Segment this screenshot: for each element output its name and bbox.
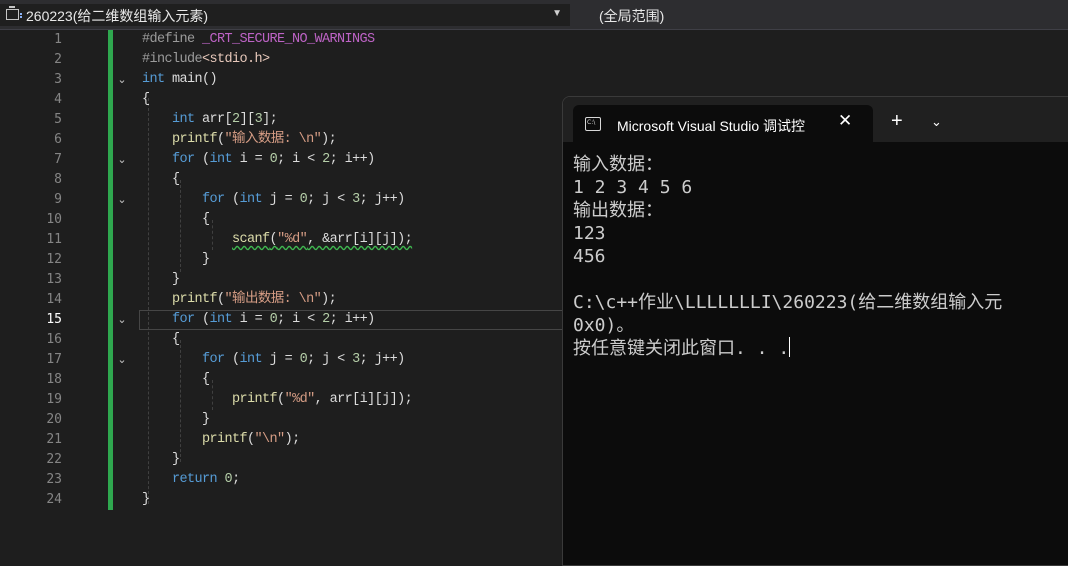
fold-chevron-icon[interactable]: ⌄ (116, 310, 128, 330)
line-number: 3 (54, 72, 62, 87)
console-tab[interactable]: Microsoft Visual Studio 调试控 ✕ (573, 105, 873, 142)
code-line: } (142, 272, 180, 287)
console-line: 输入数据： (573, 154, 663, 175)
fold-chevron-icon[interactable]: ⌄ (116, 350, 128, 370)
text-cursor (789, 337, 791, 357)
line-number: 22 (46, 452, 62, 467)
preprocessor: #define _CRT_SECURE_NO_WARNINGS (142, 32, 375, 47)
scope-dropdown[interactable]: (全局范围) (575, 4, 1068, 26)
change-tracking-bar (108, 30, 113, 510)
include-directive: #include<stdio.h> (142, 52, 270, 67)
line-number: 6 (54, 132, 62, 147)
code-line: printf("%d", arr[i][j]); (232, 392, 413, 407)
line-number: 2 (54, 52, 62, 67)
line-number: 9 (54, 192, 62, 207)
line-number: 7 (54, 152, 62, 167)
line-number: 13 (46, 272, 62, 287)
code-line: printf("输出数据: \n"); (172, 292, 337, 307)
console-line: 1 2 3 4 5 6 (573, 177, 693, 198)
line-number: 19 (46, 392, 62, 407)
console-prompt-text: 按任意键关闭此窗口. . . (573, 338, 790, 359)
chevron-down-icon: ▼ (552, 8, 562, 19)
code-line: printf("输入数据: \n"); (172, 132, 337, 147)
line-number-active: 15 (46, 312, 62, 327)
code-line: { (142, 372, 210, 387)
line-number: 5 (54, 112, 62, 127)
code-line: } (142, 452, 180, 467)
line-number: 18 (46, 372, 62, 387)
line-number: 23 (46, 472, 62, 487)
scope-label: (全局范围) (599, 8, 665, 24)
console-line: 456 (573, 246, 606, 267)
code-line: } (142, 252, 210, 267)
code-line: } (142, 492, 150, 507)
code-line: } (142, 412, 210, 427)
console-line: 123 (573, 223, 606, 244)
console-tab-title: Microsoft Visual Studio 调试控 (617, 118, 806, 134)
code-line-active: for (int i = 0; i < 2; i++) (172, 312, 375, 327)
line-number: 24 (46, 492, 62, 507)
line-number: 11 (46, 232, 62, 247)
code-line: for (int j = 0; j < 3; j++) (202, 192, 405, 207)
console-output[interactable]: 输入数据： 1 2 3 4 5 6 输出数据： 123 456 C:\c++作业\LLL… (573, 153, 1002, 360)
code-line: scanf("%d", &arr[i][j]); (232, 232, 413, 247)
code-line: for (int j = 0; j < 3; j++) (202, 352, 405, 367)
fold-chevron-icon[interactable]: ⌄ (116, 190, 128, 210)
debug-console-window[interactable]: Microsoft Visual Studio 调试控 ✕ + ⌄ 输入数据：1… (562, 96, 1068, 566)
line-number: 20 (46, 412, 62, 427)
console-line: C:\c++作业\LLLLLLLI\260223(给二维数组输入元 (573, 292, 1003, 313)
code-line: { (142, 332, 180, 347)
terminal-icon (585, 117, 601, 131)
code-line: { (142, 212, 210, 227)
console-line-prompt: 按任意键关闭此窗口. . . (573, 337, 1002, 360)
line-number: 1 (54, 32, 62, 47)
line-number: 10 (46, 212, 62, 227)
navigation-bar: 260223(给二维数组输入元素) ▼ (全局范围) (0, 0, 1068, 30)
plus-icon[interactable]: + (891, 111, 903, 131)
line-number: 14 (46, 292, 62, 307)
code-line: { (142, 172, 180, 187)
console-titlebar: Microsoft Visual Studio 调试控 ✕ + ⌄ (563, 97, 1068, 142)
line-number: 16 (46, 332, 62, 347)
chevron-down-icon[interactable]: ⌄ (931, 114, 942, 130)
code-line: #include<stdio.h> (142, 50, 270, 70)
close-icon[interactable]: ✕ (838, 111, 852, 131)
line-number: 17 (46, 352, 62, 367)
line-number: 4 (54, 92, 62, 107)
line-number: 21 (46, 432, 62, 447)
code-line: return 0; (172, 472, 240, 487)
fold-chevron-icon[interactable]: ⌄ (116, 150, 128, 170)
fold-chevron-icon[interactable]: ⌄ (116, 70, 128, 90)
code-line: for (int i = 0; i < 2; i++) (172, 152, 375, 167)
code-line: { (142, 92, 150, 107)
project-dropdown[interactable]: 260223(给二维数组输入元素) ▼ (0, 4, 570, 26)
code-line: #define _CRT_SECURE_NO_WARNINGS (142, 30, 375, 50)
console-line: 输出数据： (573, 200, 663, 221)
line-number: 12 (46, 252, 62, 267)
console-line: 0x0)。 (573, 315, 635, 336)
line-number: 8 (54, 172, 62, 187)
code-line: printf("\n"); (202, 432, 300, 447)
code-line: int main() (142, 72, 218, 87)
project-icon (6, 6, 22, 20)
project-name: 260223(给二维数组输入元素) (26, 8, 209, 24)
code-line: int arr[2][3]; (172, 112, 278, 127)
